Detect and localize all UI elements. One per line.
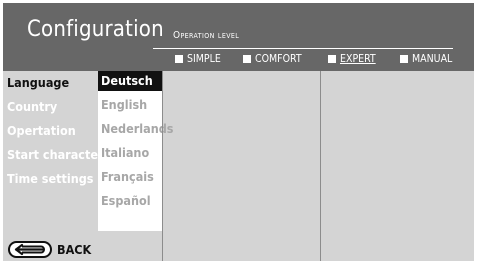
level-simple[interactable]: SIMPLE [175,52,243,66]
menu-item-time-settings[interactable]: Time settings [7,171,98,186]
language-option-deutsch[interactable]: Deutsch [98,71,162,91]
back-button[interactable]: BACK [8,241,91,258]
language-option-espanol[interactable]: Español [98,191,162,211]
level-manual[interactable]: MANUAL [400,52,470,66]
column-divider [162,71,163,261]
menu-item-country[interactable]: Country [7,99,98,114]
menu-item-start-characteristics[interactable]: Start characteri [7,147,98,162]
header-bar: Configuration Operation level SIMPLE COM… [3,3,474,71]
operation-level-heading: Operation level [173,30,239,41]
back-arrow-icon [8,241,52,258]
level-marker-icon [243,55,251,63]
operation-level-options: SIMPLE COMFORT EXPERT MANUAL [175,52,470,66]
level-label: EXPERT [340,53,376,65]
language-list: Deutsch English Nederlands Italiano Fran… [98,71,173,231]
settings-menu: Language Country Opertation Start charac… [3,71,98,261]
content-area: Language Country Opertation Start charac… [3,71,474,261]
operation-level-label: Operation level [173,30,240,41]
level-label: SIMPLE [187,53,221,65]
language-option-nederlands[interactable]: Nederlands [98,119,173,139]
menu-item-language[interactable]: Language [7,75,98,90]
language-option-francais[interactable]: Français [98,167,162,187]
level-label: MANUAL [412,53,453,65]
level-comfort[interactable]: COMFORT [243,52,328,66]
level-marker-icon [328,55,336,63]
menu-item-operation[interactable]: Opertation [7,123,98,138]
column-divider [320,71,321,261]
level-expert[interactable]: EXPERT [328,52,400,66]
level-label: COMFORT [255,53,302,65]
language-option-english[interactable]: English [98,95,162,115]
level-marker-icon [175,55,183,63]
language-option-italiano[interactable]: Italiano [98,143,162,163]
configuration-screen: Configuration Operation level SIMPLE COM… [0,0,478,264]
page-title: Configuration [27,17,164,42]
level-marker-icon [400,55,408,63]
operation-level-divider [153,48,453,49]
back-label: BACK [57,242,92,257]
